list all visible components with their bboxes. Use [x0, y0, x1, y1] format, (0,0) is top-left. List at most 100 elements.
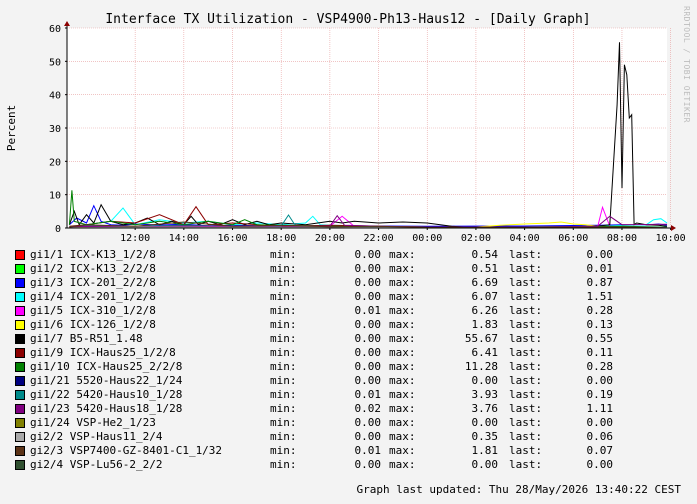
- legend-swatch: [15, 362, 25, 372]
- legend-series-name: gi2/4 VSP-Lu56-2_2/2: [30, 458, 163, 471]
- legend-last-label: last:: [509, 290, 543, 303]
- y-tick-label: 10: [49, 191, 61, 202]
- legend-last-label: last:: [509, 304, 543, 317]
- legend-max-label: max:: [389, 304, 416, 317]
- x-tick-label: 10:00: [656, 233, 686, 244]
- legend-last-value: 0.07: [586, 444, 614, 457]
- legend-row: gi1/24 VSP-He2_1/23 min: 0.00 max: 0.00 last:…: [15, 416, 685, 430]
- legend-last-label: last:: [509, 248, 543, 261]
- legend-swatch: [15, 460, 25, 470]
- legend-max-label: max:: [389, 388, 416, 401]
- legend-row: gi1/2 ICX-K13_2/2/8 min: 0.00 max: 0.51 last:…: [15, 262, 685, 276]
- legend-max-value: 0.54: [471, 248, 499, 261]
- legend: gi1/1 ICX-K13_1/2/8 min: 0.00 max: 0.54 last:…: [15, 248, 685, 472]
- y-tick-label: 50: [49, 57, 61, 68]
- legend-max-value: 0.51: [471, 262, 499, 275]
- legend-swatch: [15, 320, 25, 330]
- legend-max-value: 3.93: [471, 388, 499, 401]
- legend-max-value: 0.00: [471, 458, 499, 471]
- x-tick-label: 00:00: [412, 233, 442, 244]
- legend-swatch: [15, 264, 25, 274]
- legend-series-name: gi1/24 VSP-He2_1/23: [30, 416, 156, 429]
- legend-swatch: [15, 390, 25, 400]
- legend-row: gi2/4 VSP-Lu56-2_2/2 min: 0.00 max: 0.00 last…: [15, 458, 685, 472]
- y-tick-label: 60: [49, 24, 61, 35]
- legend-last-value: 0.11: [586, 346, 614, 359]
- legend-min-value: 0.00: [354, 458, 382, 471]
- chart-title: Interface TX Utilization - VSP4900-Ph13-…: [105, 12, 590, 27]
- legend-max-label: max:: [389, 360, 416, 373]
- legend-row: gi1/3 ICX-201_2/2/8 min: 0.00 max: 6.69 last:…: [15, 276, 685, 290]
- legend-max-label: max:: [389, 444, 416, 457]
- legend-last-value: 0.00: [586, 248, 614, 261]
- legend-last-label: last:: [509, 458, 543, 471]
- legend-series-name: gi1/22 5420-Haus10_1/28: [30, 388, 183, 401]
- x-tick-label: 16:00: [217, 233, 247, 244]
- legend-min-label: min:: [270, 416, 297, 429]
- legend-last-label: last:: [509, 332, 543, 345]
- footer-last-updated: Graph last updated: Thu 28/May/2026 13:4…: [356, 483, 681, 496]
- legend-max-label: max:: [389, 374, 416, 387]
- chart-area: Interface TX Utilization - VSP4900-Ph13-…: [5, 6, 691, 244]
- legend-row: gi1/10 ICX-Haus25_2/2/8 min: 0.00 max: 11.28…: [15, 360, 685, 374]
- legend-min-value: 0.00: [354, 332, 382, 345]
- legend-swatch: [15, 376, 25, 386]
- legend-series-name: gi1/21 5520-Haus22_1/24: [30, 374, 183, 387]
- legend-row: gi2/3 VSP7400-GZ-8401-C1_1/32 min: 0.01 max…: [15, 444, 685, 458]
- legend-min-value: 0.01: [354, 388, 382, 401]
- legend-min-value: 0.00: [354, 430, 382, 443]
- legend-series-name: gi2/2 VSP-Haus11_2/4: [30, 430, 163, 443]
- legend-series-name: gi2/3 VSP7400-GZ-8401-C1_1/32: [30, 444, 223, 457]
- legend-last-label: last:: [509, 388, 543, 401]
- legend-min-label: min:: [270, 332, 297, 345]
- legend-max-label: max:: [389, 318, 416, 331]
- legend-max-label: max:: [389, 262, 416, 275]
- legend-min-label: min:: [270, 402, 297, 415]
- legend-min-label: min:: [270, 276, 297, 289]
- legend-max-label: max:: [389, 332, 416, 345]
- legend-last-value: 0.00: [586, 374, 614, 387]
- legend-row: gi1/21 5520-Haus22_1/24 min: 0.00 max: 0.00 l…: [15, 374, 685, 388]
- legend-row: gi1/9 ICX-Haus25_1/2/8 min: 0.00 max: 6.41 la…: [15, 346, 685, 360]
- y-tick-label: 40: [49, 91, 61, 102]
- legend-max-value: 11.28: [464, 360, 498, 373]
- legend-last-label: last:: [509, 318, 543, 331]
- x-tick-label: 20:00: [315, 233, 345, 244]
- legend-min-value: 0.00: [354, 276, 382, 289]
- legend-max-label: max:: [389, 290, 416, 303]
- legend-row: gi1/4 ICX-201_1/2/8 min: 0.00 max: 6.07 last:…: [15, 290, 685, 304]
- x-tick-label: 04:00: [510, 233, 540, 244]
- legend-row: gi1/22 5420-Haus10_1/28 min: 0.01 max: 3.93 l…: [15, 388, 685, 402]
- legend-max-value: 6.26: [471, 304, 499, 317]
- watermark-text: RRDTOOL / TOBI OETIKER: [682, 6, 691, 123]
- legend-last-label: last:: [509, 262, 543, 275]
- x-tick-label: 02:00: [461, 233, 491, 244]
- legend-series-name: gi1/10 ICX-Haus25_2/2/8: [30, 360, 183, 373]
- x-axis-arrow: [671, 225, 676, 231]
- legend-max-label: max:: [389, 248, 416, 261]
- legend-last-value: 0.00: [586, 416, 614, 429]
- legend-last-label: last:: [509, 374, 543, 387]
- legend-max-label: max:: [389, 458, 416, 471]
- x-tick-label: 22:00: [364, 233, 394, 244]
- legend-series-name: gi1/2 ICX-K13_2/2/8: [30, 262, 156, 275]
- legend-series-name: gi1/6 ICX-126_1/2/8: [30, 318, 156, 331]
- legend-min-value: 0.01: [354, 304, 382, 317]
- legend-min-label: min:: [270, 360, 297, 373]
- legend-last-value: 1.51: [586, 290, 614, 303]
- legend-max-value: 6.41: [471, 346, 499, 359]
- legend-swatch: [15, 348, 25, 358]
- legend-series-name: gi1/3 ICX-201_2/2/8: [30, 276, 156, 289]
- y-axis-arrow: [64, 21, 70, 26]
- legend-min-label: min:: [270, 430, 297, 443]
- x-tick-label: 06:00: [558, 233, 588, 244]
- legend-series-name: gi1/5 ICX-310_1/2/8: [30, 304, 156, 317]
- legend-max-value: 3.76: [471, 402, 499, 415]
- legend-swatch: [15, 278, 25, 288]
- y-tick-label: 30: [49, 124, 61, 135]
- legend-last-value: 0.28: [586, 304, 614, 317]
- graph-page: Interface TX Utilization - VSP4900-Ph13-…: [0, 0, 697, 504]
- legend-min-value: 0.02: [354, 402, 382, 415]
- legend-max-label: max:: [389, 416, 416, 429]
- legend-swatch: [15, 418, 25, 428]
